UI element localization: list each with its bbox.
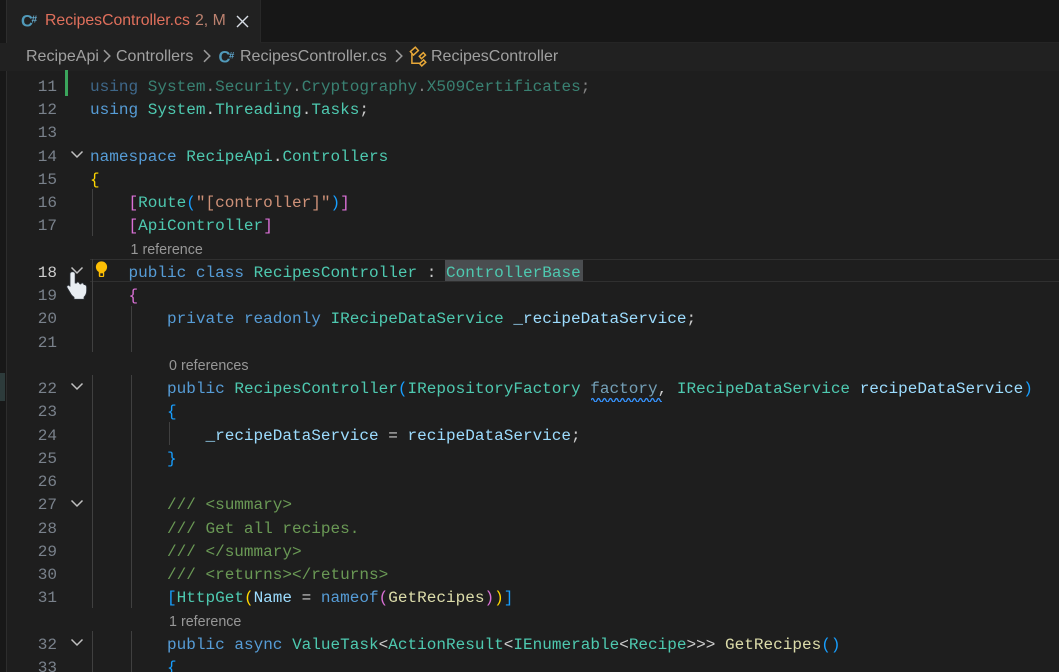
svg-text:#: # bbox=[229, 51, 235, 62]
svg-text:#: # bbox=[32, 15, 38, 26]
